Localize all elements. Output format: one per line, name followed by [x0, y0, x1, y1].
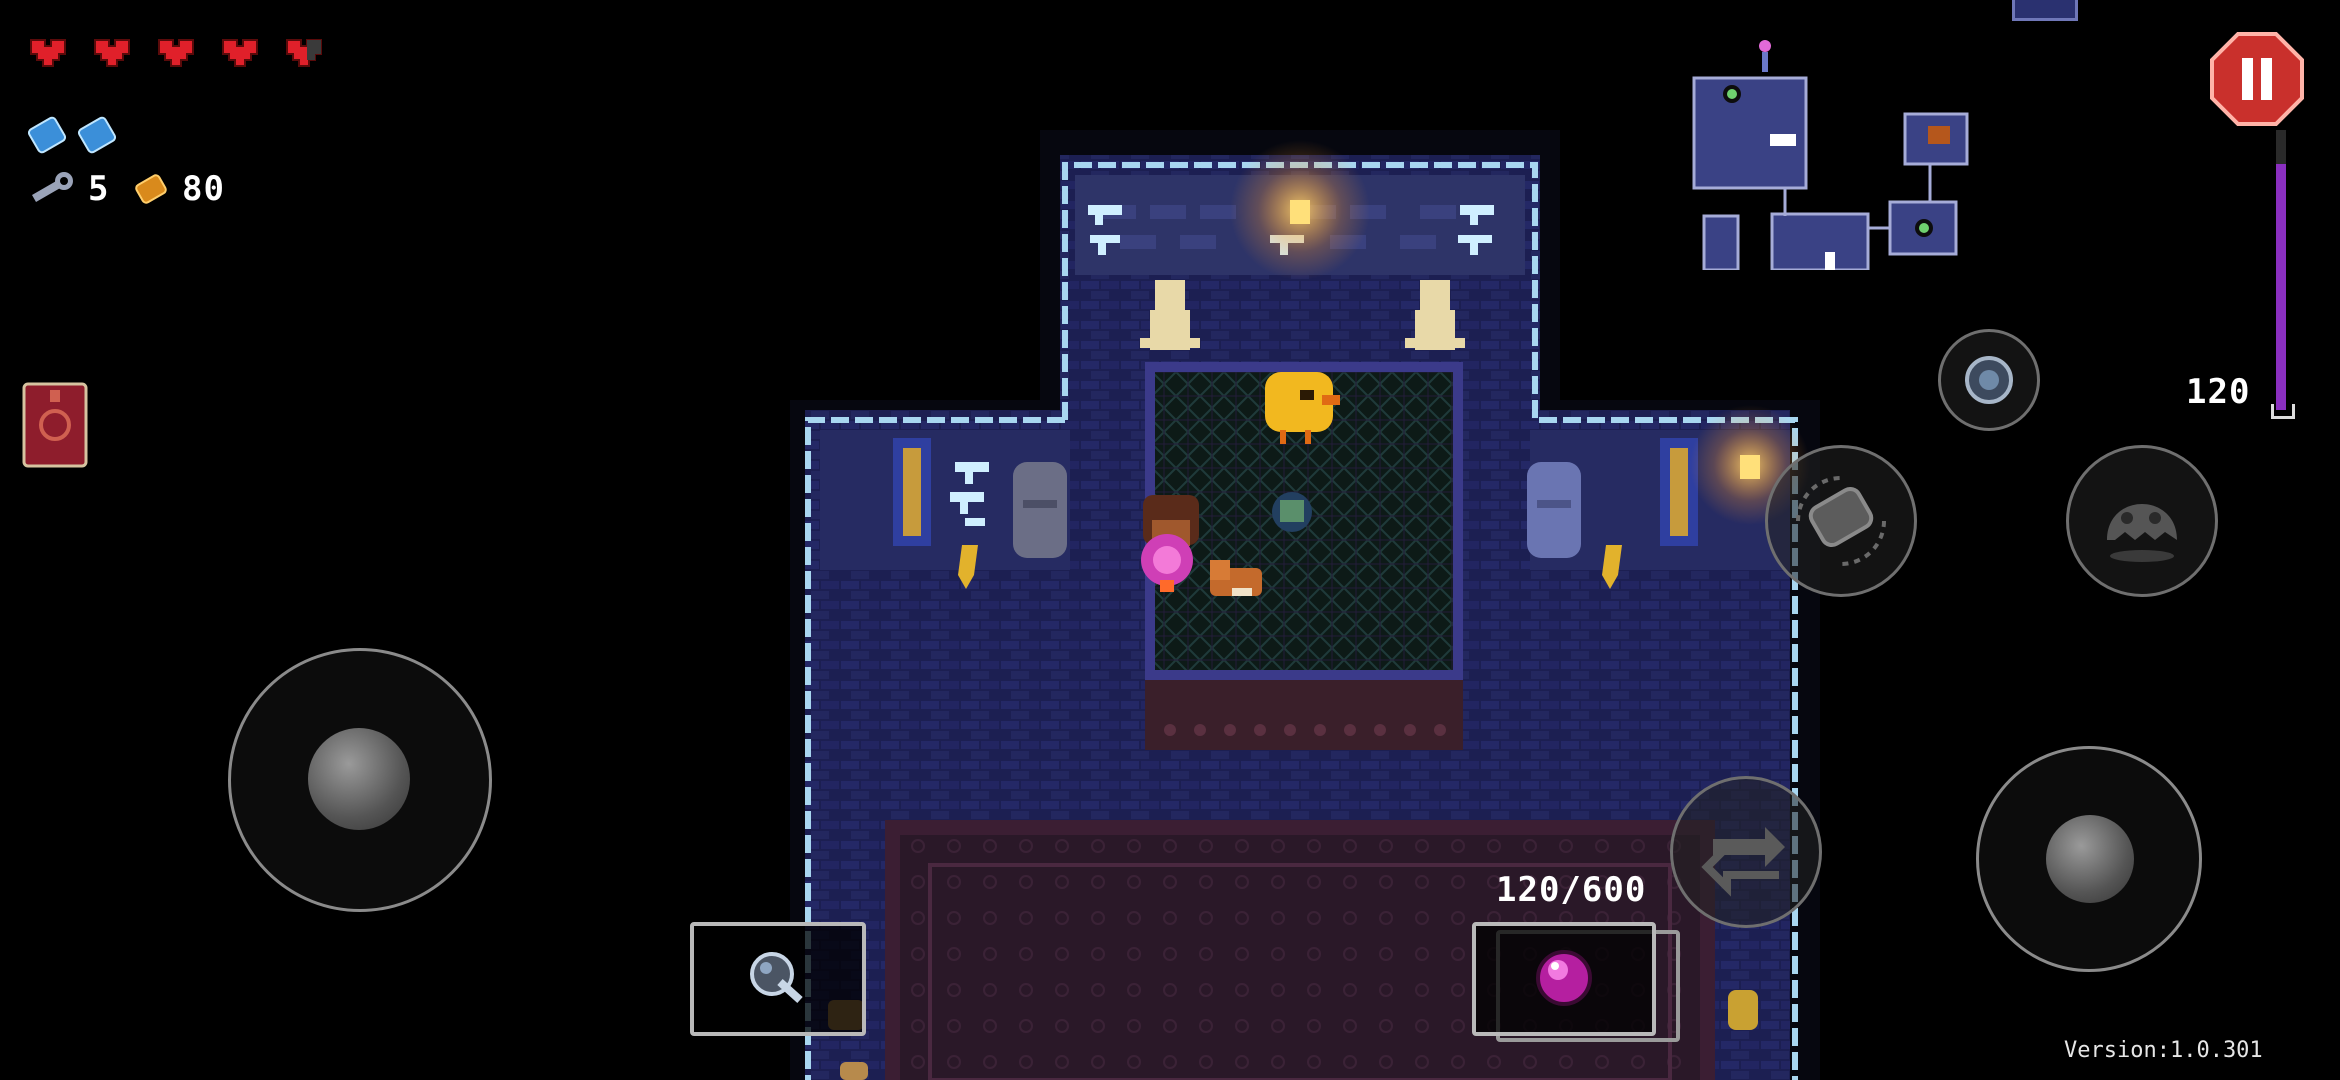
blanks-row [27, 112, 128, 158]
keys-counter: 5 [26, 166, 109, 212]
pause-icon [2210, 32, 2304, 126]
active-item-slot[interactable] [690, 922, 866, 1036]
blank-button[interactable] [1938, 329, 2040, 431]
ammo-bar-track [2276, 130, 2286, 410]
version-label: Version:1.0.301 [2064, 1038, 2263, 1063]
aim-joystick-knob[interactable] [2046, 815, 2134, 903]
move-joystick-knob[interactable] [308, 728, 410, 830]
weapon-ammo-count: 120/600 [1496, 870, 1647, 910]
shells-counter: 80 [130, 166, 225, 212]
shells-count: 80 [182, 169, 225, 209]
ammo-bar-fill [2276, 164, 2286, 410]
game-screen: 5 80 120 120/600 Version:1.0.301 [0, 0, 2340, 1080]
ammonomicon-button[interactable] [22, 382, 88, 468]
ammo-reserve-count: 120 [2186, 372, 2251, 412]
swap-weapon-button[interactable] [1670, 776, 1822, 928]
keys-count: 5 [88, 169, 110, 209]
reload-icon [1796, 476, 1886, 566]
blank-icon [27, 116, 67, 154]
minimap[interactable] [1680, 30, 1980, 272]
reload-button[interactable] [1765, 445, 1917, 597]
magenta-orb-gun-icon [1536, 950, 1592, 1006]
weapon-slot[interactable] [1472, 922, 1656, 1036]
blank-icon [1965, 356, 2013, 404]
ammo-bar-cap [2271, 404, 2295, 419]
health-hearts [25, 28, 345, 78]
shell-currency-icon [135, 174, 167, 204]
minimap-edge [2012, 0, 2078, 21]
key-icon [32, 172, 73, 202]
red-book-icon [22, 382, 88, 468]
game-world [0, 0, 2340, 1080]
heart-icon [30, 39, 66, 67]
glass-guon-icon [750, 952, 803, 1003]
interact-button[interactable] [2066, 445, 2218, 597]
ghost-interact-icon [2107, 504, 2177, 562]
pause-button[interactable] [2210, 32, 2304, 126]
swap-weapon-icon [1701, 827, 1785, 897]
